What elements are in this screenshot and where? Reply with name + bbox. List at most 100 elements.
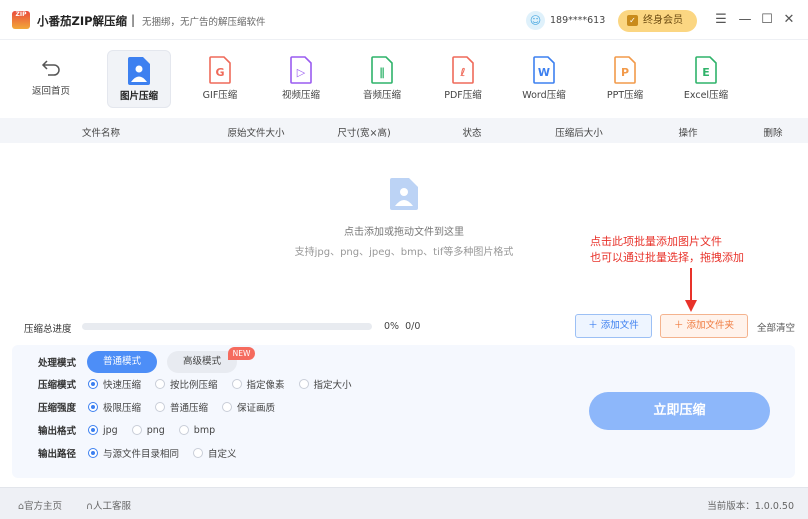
tool-6[interactable]: P PPT压缩 [593, 50, 657, 108]
menu-icon[interactable]: ☰ [711, 10, 731, 30]
title-bar: ZIP 小番茄ZIP解压缩 | 无捆绑，无广告的解压缩软件 ☺ 189****6… [0, 0, 808, 40]
column-header: 尺寸(宽×高) [337, 128, 391, 139]
radio-label: 快速压缩 [103, 380, 142, 391]
progress-count: 0/0 [405, 321, 421, 332]
radio-option[interactable]: 普通压缩 [155, 400, 208, 414]
radio-button[interactable] [178, 425, 189, 435]
tool-5[interactable]: W Word压缩 [512, 50, 576, 108]
mode-row: 处理模式 [38, 354, 88, 370]
close-icon[interactable]: ✕ [779, 10, 799, 30]
radio-option[interactable]: 指定大小 [298, 377, 352, 391]
column-header: 原始文件大小 [227, 128, 285, 139]
radio-option[interactable]: 快速压缩 [88, 377, 141, 391]
radio-button[interactable] [222, 402, 233, 412]
radio-option[interactable]: 与源文件目录相同 [88, 446, 179, 460]
support-label: 人工客服 [92, 501, 131, 512]
footer: ⌂官方主页 ∩人工客服 当前版本：1.0.0.50 [0, 487, 808, 519]
back-arrow-icon [41, 60, 60, 76]
setting-label: 压缩模式 [38, 380, 77, 391]
setting-label: 输出路径 [38, 449, 77, 460]
radio-label: bmp [193, 424, 216, 436]
annotation-line-1: 点击此项批量添加图片文件 [590, 235, 722, 248]
radio-button[interactable] [193, 448, 204, 458]
support-link[interactable]: ∩人工客服 [86, 498, 131, 512]
radio-button[interactable] [88, 448, 98, 458]
tool-icon-2: ▷ [290, 56, 312, 84]
tool-2[interactable]: ▷ 视频压缩 [269, 50, 333, 108]
radio-button[interactable] [298, 379, 309, 389]
minimize-icon[interactable]: — [735, 10, 755, 30]
app-slogan: 无捆绑，无广告的解压缩软件 [142, 17, 266, 28]
tool-label: PDF压缩 [444, 90, 482, 101]
user-account[interactable]: 189****613 [550, 15, 605, 26]
radio-button[interactable] [88, 379, 98, 389]
tool-icon-3: ∥ [371, 56, 393, 84]
official-site-label: 官方主页 [24, 501, 63, 512]
tool-3[interactable]: ∥ 音频压缩 [350, 50, 414, 108]
svg-text:ℓ: ℓ [459, 66, 465, 79]
setting-label: 输出格式 [38, 426, 77, 437]
normal-mode-button[interactable]: 普通模式 [87, 351, 157, 373]
radio-button[interactable] [88, 402, 98, 412]
annotation-text: 点击此项批量添加图片文件也可以通过批量选择，拖拽添加 [590, 234, 744, 266]
column-header: 文件名称 [81, 128, 121, 139]
vip-badge-icon: ✓ [627, 15, 638, 26]
setting-row: 压缩模式 快速压缩 按比例压缩 指定像素 指定大小 [38, 376, 366, 392]
svg-text:W: W [538, 66, 550, 79]
tool-0[interactable]: 图片压缩 [107, 50, 171, 108]
radio-option[interactable]: png [131, 424, 165, 436]
radio-option[interactable]: 自定义 [193, 446, 237, 460]
tool-4[interactable]: ℓ PDF压缩 [431, 50, 495, 108]
svg-text:G: G [215, 66, 224, 79]
vip-label: 终身会员 [643, 15, 683, 26]
tool-1[interactable]: G GIF压缩 [188, 50, 252, 108]
user-avatar-icon[interactable]: ☺ [526, 11, 545, 30]
add-file-button[interactable]: ＋ 添加文件 [575, 314, 652, 338]
radio-label: 极限压缩 [103, 403, 142, 414]
add-folder-button[interactable]: ＋ 添加文件夹 [660, 314, 748, 338]
tool-icon-7: E [695, 56, 717, 84]
tool-icon-4: ℓ [452, 56, 474, 84]
tool-icon-0 [128, 57, 150, 85]
official-site-link[interactable]: ⌂官方主页 [18, 498, 62, 512]
back-home-button[interactable]: 返回首页 [19, 50, 83, 108]
tool-icon-6: P [614, 56, 636, 84]
tool-icon-5: W [533, 56, 555, 84]
radio-button[interactable] [88, 425, 98, 435]
radio-option[interactable]: 指定像素 [231, 377, 285, 391]
radio-button[interactable] [155, 402, 166, 412]
tool-label: 图片压缩 [119, 91, 158, 102]
radio-option[interactable]: bmp [178, 424, 216, 436]
radio-label: png [146, 424, 165, 436]
version-text: 当前版本：1.0.0.50 [707, 501, 794, 512]
advanced-mode-button[interactable]: 高级模式 [167, 351, 237, 373]
compress-now-button[interactable]: 立即压缩 [589, 392, 770, 430]
tool-icon-1: G [209, 56, 231, 84]
app-logo: ZIP [12, 11, 30, 29]
progress-percent: 0% [384, 321, 400, 332]
progress-bar [82, 323, 372, 330]
radio-button[interactable] [155, 379, 166, 389]
tool-label: Word压缩 [522, 90, 566, 101]
clear-all-button[interactable]: 全部清空 [757, 320, 795, 334]
radio-option[interactable]: 保证画质 [222, 400, 275, 414]
radio-label: 指定大小 [313, 380, 352, 391]
back-home-label: 返回首页 [31, 86, 70, 97]
radio-option[interactable]: 极限压缩 [88, 400, 141, 414]
column-header: 状态 [462, 128, 482, 139]
image-file-icon [390, 178, 418, 210]
tool-7[interactable]: E Excel压缩 [674, 50, 738, 108]
tool-label: 视频压缩 [281, 90, 320, 101]
mode-label: 处理模式 [38, 358, 77, 369]
headset-icon: ∩ [86, 501, 93, 512]
setting-row: 输出路径 与源文件目录相同 自定义 [38, 445, 251, 461]
radio-option[interactable]: 按比例压缩 [155, 377, 218, 391]
radio-option[interactable]: jpg [88, 425, 118, 436]
app-title: 小番茄ZIP解压缩 [37, 14, 128, 28]
maximize-icon[interactable]: ☐ [757, 10, 777, 30]
annotation-line-2: 也可以通过批量选择，拖拽添加 [590, 251, 744, 264]
vip-button[interactable]: ✓ 终身会员 [618, 10, 697, 32]
radio-button[interactable] [231, 379, 242, 389]
radio-button[interactable] [131, 425, 142, 435]
tool-label: GIF压缩 [202, 90, 238, 101]
